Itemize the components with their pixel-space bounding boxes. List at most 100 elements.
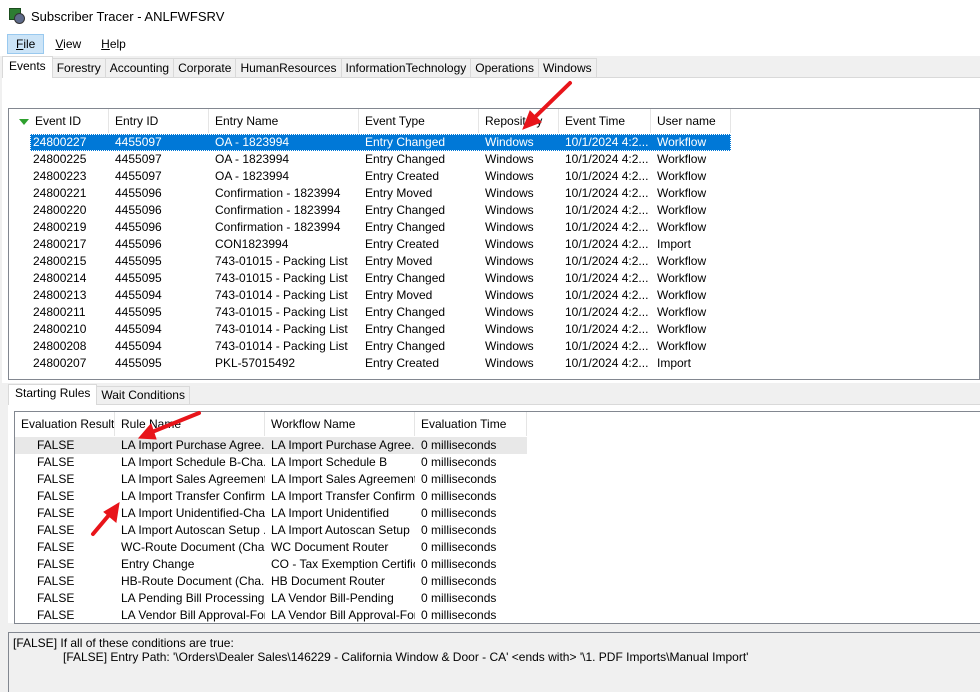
cell-evaluation-result: FALSE (37, 608, 75, 622)
table-row[interactable]: 24800221 4455096 Confirmation - 1823994 Ent… (9, 185, 731, 202)
tab-corporate[interactable]: Corporate (173, 58, 237, 78)
col-header-repository[interactable]: Repository (479, 109, 559, 133)
table-row[interactable]: 24800214 4455095 743-01015 - Packing List E… (9, 270, 731, 287)
starting-rules-pane: Evaluation Result Rule Name Workflow Nam… (8, 404, 980, 624)
col-header-event-id[interactable]: Event ID (9, 109, 109, 133)
rules-tabs: Starting Rules Wait Conditions (8, 383, 190, 405)
cell-evaluation-time: 0 milliseconds (421, 557, 497, 571)
app-icon (9, 8, 25, 24)
cell-entry-id: 4455095 (115, 271, 162, 285)
table-row[interactable]: FALSE HB-Route Document (Cha... HB Documen… (15, 573, 527, 590)
tab-accounting[interactable]: Accounting (104, 58, 175, 78)
events-grid-header: Event ID Entry ID Entry Name Event Type … (9, 109, 731, 133)
table-row[interactable]: 24800208 4455094 743-01014 - Packing List E… (9, 338, 731, 355)
events-grid-rows: 24800227 4455097 OA - 1823994 Entry Changed… (9, 134, 731, 372)
col-header-user-name[interactable]: User name (651, 109, 731, 133)
table-row[interactable]: FALSE LA Import Transfer Confirm... LA Imp… (15, 488, 527, 505)
table-row[interactable]: 24800211 4455095 743-01015 - Packing List E… (9, 304, 731, 321)
col-header-evaluation-time[interactable]: Evaluation Time (415, 412, 527, 436)
table-row[interactable]: FALSE Entry Change CO - Tax Exemption Cert… (15, 556, 527, 573)
table-row[interactable]: FALSE LA Import Schedule B-Cha... LA Impor… (15, 454, 527, 471)
table-row[interactable]: FALSE LA Pending Bill Processing ... LA Ve… (15, 590, 527, 607)
col-header-workflow-name[interactable]: Workflow Name (265, 412, 415, 436)
cell-user-name: Workflow (657, 339, 707, 353)
tab-operations[interactable]: Operations (470, 58, 539, 78)
tab-informationtechnology[interactable]: InformationTechnology (340, 58, 472, 78)
cell-event-id: 24800215 (33, 254, 87, 268)
cell-evaluation-result: FALSE (37, 591, 75, 605)
menu-view[interactable]: View (46, 34, 90, 54)
table-row[interactable]: FALSE WC-Route Document (Cha... WC Documen… (15, 539, 527, 556)
table-row[interactable]: 24800217 4455096 CON1823994 Entry Created Wi… (9, 236, 731, 253)
cell-evaluation-time: 0 milliseconds (421, 574, 497, 588)
table-row[interactable]: 24800213 4455094 743-01014 - Packing List E… (9, 287, 731, 304)
cell-entry-name: OA - 1823994 (215, 169, 290, 183)
cell-event-time: 10/1/2024 4:2... (565, 169, 649, 183)
tab-events[interactable]: Events (2, 56, 53, 78)
cell-entry-name: OA - 1823994 (215, 135, 290, 149)
col-header-event-time[interactable]: Event Time (559, 109, 651, 133)
table-row[interactable]: FALSE LA Import Autoscan Setup ... LA Impo… (15, 522, 527, 539)
cell-repository: Windows (485, 271, 534, 285)
col-header-rule-name[interactable]: Rule Name (115, 412, 265, 436)
table-row[interactable]: FALSE LA Import Unidentified-Cha... LA Imp… (15, 505, 527, 522)
rules-grid[interactable]: Evaluation Result Rule Name Workflow Nam… (14, 411, 980, 624)
tab-starting-rules[interactable]: Starting Rules (8, 384, 98, 405)
cell-user-name: Workflow (657, 322, 707, 336)
events-grid[interactable]: Event ID Entry ID Entry Name Event Type … (8, 108, 980, 380)
table-row[interactable]: 24800227 4455097 OA - 1823994 Entry Changed… (9, 134, 731, 151)
table-row[interactable]: FALSE LA Import Purchase Agree... LA Impor… (15, 437, 527, 454)
cell-event-time: 10/1/2024 4:2... (565, 271, 649, 285)
cell-workflow-name: LA Vendor Bill Approval-For... (271, 608, 415, 622)
cell-event-time: 10/1/2024 4:2... (565, 339, 649, 353)
table-row[interactable]: 24800210 4455094 743-01014 - Packing List E… (9, 321, 731, 338)
tab-forestry[interactable]: Forestry (51, 58, 106, 78)
cell-event-id: 24800219 (33, 220, 87, 234)
cell-user-name: Workflow (657, 271, 707, 285)
cell-entry-name: 743-01014 - Packing List (215, 288, 348, 302)
table-row[interactable]: 24800207 4455095 PKL-57015492 Entry Created… (9, 355, 731, 372)
menu-help[interactable]: Help (92, 34, 135, 54)
table-row[interactable]: 24800215 4455095 743-01015 - Packing List E… (9, 253, 731, 270)
cell-event-time: 10/1/2024 4:2... (565, 203, 649, 217)
cell-workflow-name: LA Import Schedule B (271, 455, 388, 469)
cell-evaluation-time: 0 milliseconds (421, 489, 497, 503)
cell-user-name: Workflow (657, 135, 707, 149)
cell-evaluation-result: FALSE (37, 557, 75, 571)
cell-event-type: Entry Created (365, 169, 440, 183)
cell-event-type: Entry Changed (365, 305, 446, 319)
col-header-entry-id[interactable]: Entry ID (109, 109, 209, 133)
menu-bar: File View Help (0, 32, 980, 56)
cell-event-id: 24800211 (33, 305, 86, 319)
cell-evaluation-result: FALSE (37, 523, 75, 537)
cell-workflow-name: LA Vendor Bill-Pending (271, 591, 394, 605)
cell-event-type: Entry Changed (365, 203, 446, 217)
table-row[interactable]: FALSE LA Import Sales Agreement... LA Impo… (15, 471, 527, 488)
cell-repository: Windows (485, 237, 534, 251)
col-header-entry-name[interactable]: Entry Name (209, 109, 359, 133)
table-row[interactable]: 24800223 4455097 OA - 1823994 Entry Created… (9, 168, 731, 185)
col-header-evaluation-result[interactable]: Evaluation Result (15, 412, 115, 436)
cell-entry-name: OA - 1823994 (215, 152, 290, 166)
tab-wait-conditions[interactable]: Wait Conditions (96, 386, 190, 405)
menu-file[interactable]: File (7, 34, 45, 54)
col-header-event-type[interactable]: Event Type (359, 109, 479, 133)
rules-panel: Starting Rules Wait Conditions Evaluatio… (8, 383, 980, 624)
table-row[interactable]: 24800219 4455096 Confirmation - 1823994 Ent… (9, 219, 731, 236)
cell-evaluation-result: FALSE (37, 540, 75, 554)
cell-event-time: 10/1/2024 4:2... (565, 152, 649, 166)
cell-entry-id: 4455095 (115, 356, 162, 370)
table-row[interactable]: 24800220 4455096 Confirmation - 1823994 Ent… (9, 202, 731, 219)
cell-event-id: 24800220 (33, 203, 87, 217)
tab-windows[interactable]: Windows (537, 58, 597, 78)
table-row[interactable]: 24800225 4455097 OA - 1823994 Entry Changed… (9, 151, 731, 168)
table-row[interactable]: FALSE LA Vendor Bill Approval-For... LA Ve… (15, 607, 527, 623)
tab-humanresources[interactable]: HumanResources (235, 58, 342, 78)
cell-rule-name: WC-Route Document (Cha... (121, 540, 265, 554)
cell-event-id: 24800221 (33, 186, 87, 200)
cell-workflow-name: HB Document Router (271, 574, 386, 588)
cell-event-time: 10/1/2024 4:2... (565, 220, 649, 234)
cell-evaluation-result: FALSE (37, 489, 75, 503)
condition-details: [FALSE] If all of these conditions are t… (8, 632, 980, 692)
cell-event-id: 24800225 (33, 152, 87, 166)
